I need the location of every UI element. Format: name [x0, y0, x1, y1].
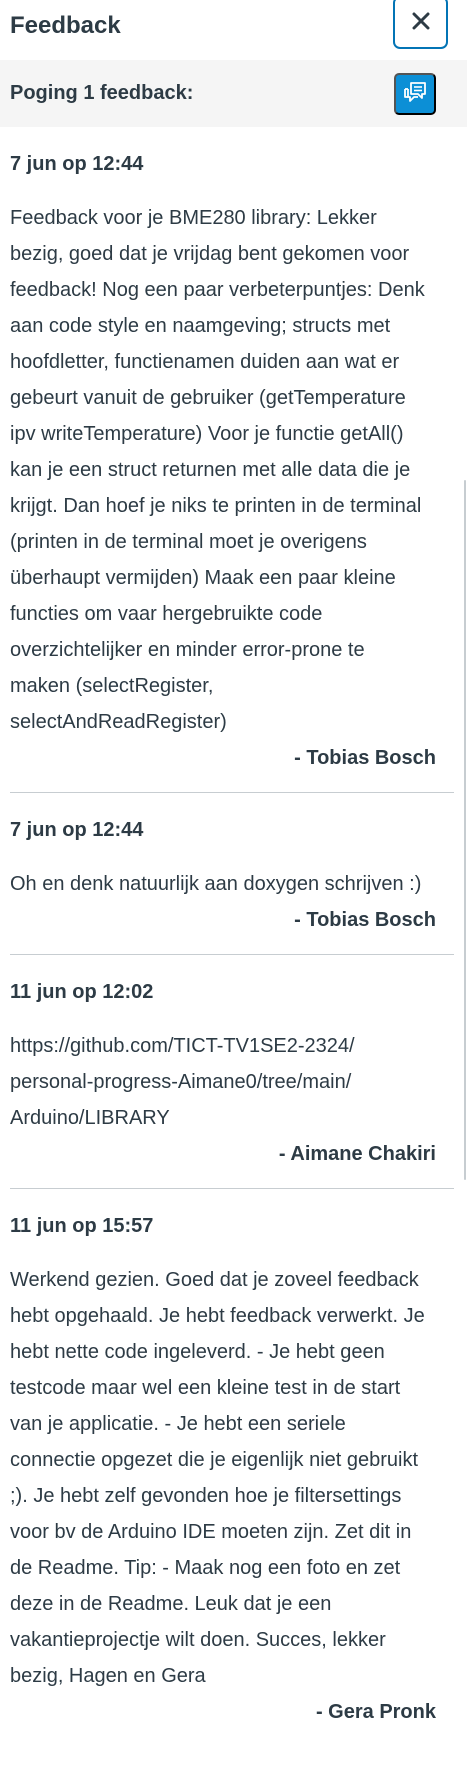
comment-item: 11 jun op 15:57 Werkend gezien. Goed dat… — [10, 1189, 454, 1746]
comment-text: https://github.com/TICT-TV1SE2-2324/ per… — [10, 1035, 355, 1129]
comment-author: - Gera Pronk — [315, 1701, 436, 1723]
add-comment-button[interactable] — [394, 73, 436, 115]
comment-date: 11 jun op 15:57 — [10, 1215, 154, 1237]
comment-date: 7 jun op 12:44 — [10, 819, 144, 841]
comment-text: Feedback voor je BME280 library: Lekker … — [10, 207, 425, 733]
feedback-panel: Feedback Poging 1 feedback: 7 jun op 12:… — [0, 0, 467, 1767]
comment-list: 7 jun op 12:44 Feedback voor je BME280 l… — [0, 127, 467, 1746]
close-icon — [412, 12, 430, 33]
comment-text: Werkend gezien. Goed dat je zoveel feedb… — [10, 1269, 425, 1687]
comment-date: 11 jun op 12:02 — [10, 981, 154, 1003]
comment-item: 11 jun op 12:02 https://github.com/TICT-… — [10, 955, 454, 1189]
close-button[interactable] — [393, 0, 448, 49]
comment-date: 7 jun op 12:44 — [10, 153, 144, 175]
panel-title: Feedback — [10, 12, 121, 39]
comment-text: Oh en denk natuurlijk aan doxygen schrij… — [10, 873, 422, 895]
attempt-title: Poging 1 feedback: — [10, 82, 194, 104]
comment-author: - Tobias Bosch — [294, 747, 436, 769]
comment-item: 7 jun op 12:44 Feedback voor je BME280 l… — [10, 127, 454, 793]
feedback-header: Feedback — [0, 0, 467, 60]
comment-bubbles-icon — [401, 79, 429, 110]
comment-author: - Aimane Chakiri — [278, 1143, 436, 1165]
comment-item: 7 jun op 12:44 Oh en denk natuurlijk aan… — [10, 793, 454, 955]
attempt-header: Poging 1 feedback: — [0, 60, 467, 127]
scrollbar[interactable] — [464, 480, 466, 1180]
comment-author: - Tobias Bosch — [294, 909, 436, 931]
